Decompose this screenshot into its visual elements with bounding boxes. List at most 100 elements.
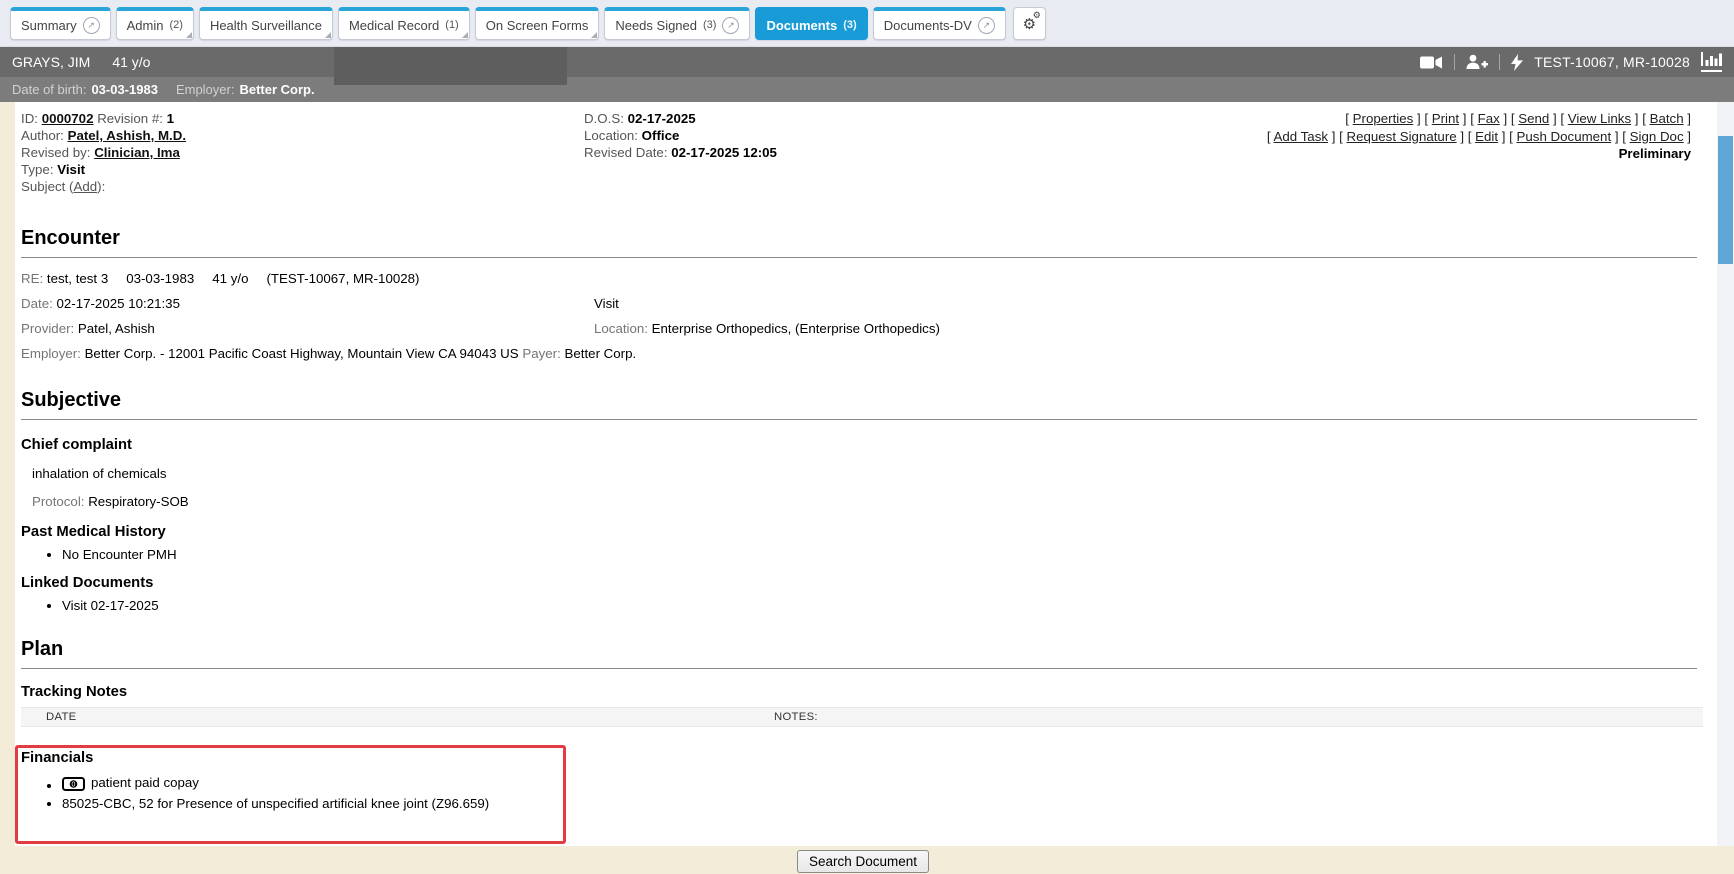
subject-add-link[interactable]: Add — [73, 179, 97, 194]
re-record-ids: (TEST-10067, MR-10028) — [266, 270, 419, 288]
dos-value: 02-17-2025 — [628, 111, 696, 126]
protocol-row: Protocol: Respiratory-SOB — [32, 494, 1703, 509]
employer-label: Employer: — [176, 82, 235, 97]
tracking-notes-heading: Tracking Notes — [21, 684, 1703, 700]
tab-admin[interactable]: Admin (2) — [116, 7, 194, 40]
pmh-heading: Past Medical History — [21, 524, 1703, 540]
divider — [21, 257, 1697, 258]
tab-needs-signed[interactable]: Needs Signed (3) ↗ — [604, 7, 750, 40]
list-item: 85025-CBC, 52 for Presence of unspecifie… — [62, 796, 1703, 811]
protocol-label: Protocol: — [32, 494, 84, 509]
properties-link[interactable]: Properties — [1353, 111, 1414, 126]
tab-on-screen-forms[interactable]: On Screen Forms — [475, 7, 600, 40]
revised-by-label: Revised by: — [21, 145, 90, 160]
vertical-scrollbar[interactable] — [1717, 102, 1734, 846]
send-link[interactable]: Send — [1518, 111, 1549, 126]
tab-count: (2) — [169, 19, 182, 31]
tab-summary[interactable]: Summary ↗ — [10, 7, 111, 40]
author-link[interactable]: Patel, Ashish, M.D. — [68, 128, 186, 143]
encounter-employer-value: Better Corp. - 12001 Pacific Coast Highw… — [85, 345, 519, 363]
subject-label-suffix: ): — [97, 179, 105, 194]
money-icon: 0 — [62, 777, 85, 791]
type-label: Type: — [21, 162, 54, 177]
divider — [1454, 54, 1455, 70]
scrollbar-thumb[interactable] — [1718, 136, 1733, 264]
bar-chart-icon[interactable] — [1701, 52, 1722, 72]
location-label: Location: — [584, 128, 638, 143]
tab-label: Documents — [766, 18, 837, 33]
view-links-link[interactable]: View Links — [1568, 111, 1631, 126]
re-age: 41 y/o — [212, 270, 248, 288]
divider — [21, 419, 1697, 420]
date-label: Date: — [21, 296, 53, 311]
list-item: No Encounter PMH — [62, 547, 1703, 562]
financial-item-text: 85025-CBC, 52 for Presence of unspecifie… — [62, 796, 489, 811]
sign-doc-link[interactable]: Sign Doc — [1630, 129, 1684, 144]
divider — [21, 668, 1697, 669]
open-in-new-icon[interactable]: ↗ — [978, 17, 995, 34]
tab-documents-dv[interactable]: Documents-DV ↗ — [873, 7, 1006, 40]
payer-value: Better Corp. — [565, 345, 637, 363]
patient-subheader-bar: Date of birth: 03-03-1983 Employer: Bett… — [0, 77, 1734, 102]
provider-value: Patel, Ashish — [78, 321, 155, 336]
tab-label: Health Surveillance — [210, 18, 322, 33]
tab-documents[interactable]: Documents (3) — [755, 7, 867, 40]
revised-by-link[interactable]: Clinician, Ima — [94, 145, 180, 160]
revised-date-value: 02-17-2025 12:05 — [671, 145, 777, 160]
edit-link[interactable]: Edit — [1475, 129, 1498, 144]
location-value: Office — [642, 128, 680, 143]
lightning-icon[interactable] — [1511, 54, 1523, 71]
request-signature-link[interactable]: Request Signature — [1347, 129, 1457, 144]
notes-column-header: NOTES: — [774, 711, 1703, 723]
add-person-icon[interactable] — [1466, 54, 1488, 70]
revision-label: Revision #: — [97, 111, 163, 126]
fax-link[interactable]: Fax — [1478, 111, 1500, 126]
encounter-provider-row: Provider: Patel, Ashish Location: Enterp… — [21, 320, 1703, 338]
tab-label: Documents-DV — [884, 18, 972, 33]
add-task-link[interactable]: Add Task — [1274, 129, 1328, 144]
list-item: Visit 02-17-2025 — [62, 598, 1703, 613]
patient-header-bar: GRAYS, JIM 41 y/o TEST-10067, MR-10028 — [0, 47, 1734, 77]
re-name: test, test 3 — [47, 270, 108, 288]
encounter-location-label: Location: — [594, 321, 648, 336]
patient-age: 41 y/o — [112, 54, 150, 70]
open-in-new-icon[interactable]: ↗ — [722, 17, 739, 34]
payer-label: Payer: — [522, 345, 560, 363]
patient-photo-placeholder — [334, 47, 567, 85]
encounter-employer-label: Employer: — [21, 345, 81, 363]
list-item: 0 patient paid copay — [62, 775, 1703, 790]
author-label: Author: — [21, 128, 64, 143]
dos-label: D.O.S: — [584, 111, 624, 126]
document-header-middle: D.O.S: 02-17-2025 Location: Office Revis… — [584, 110, 1267, 195]
subjective-heading: Subjective — [21, 389, 1703, 412]
gear-small-icon: ⚙ — [1033, 10, 1041, 21]
date-column-header: DATE — [21, 711, 774, 723]
push-document-link[interactable]: Push Document — [1517, 129, 1612, 144]
document-actions-row2: Add Task Request Signature Edit Push Docume… — [1267, 128, 1691, 146]
employer-value: Better Corp. — [239, 82, 314, 97]
settings-button[interactable]: ⚙ ⚙ — [1013, 7, 1046, 40]
video-camera-icon[interactable] — [1420, 55, 1443, 70]
open-in-new-icon[interactable]: ↗ — [83, 17, 100, 34]
tab-medical-record[interactable]: Medical Record (1) — [338, 7, 470, 40]
document-header-left: ID: 0000702 Revision #: 1 Author: Patel,… — [21, 110, 584, 195]
financial-item-text: patient paid copay — [91, 775, 199, 790]
patient-record-ids: TEST-10067, MR-10028 — [1534, 54, 1690, 70]
dob-label: Date of birth: — [12, 82, 86, 97]
visit-type: Visit — [594, 296, 619, 311]
document-header: ID: 0000702 Revision #: 1 Author: Patel,… — [21, 110, 1703, 195]
batch-link[interactable]: Batch — [1650, 111, 1684, 126]
search-document-button[interactable]: Search Document — [797, 850, 929, 873]
linked-documents-heading: Linked Documents — [21, 575, 1703, 591]
tab-health-surveillance[interactable]: Health Surveillance — [199, 7, 333, 40]
re-label: RE: — [21, 270, 43, 288]
tab-label: Admin — [127, 18, 164, 33]
pmh-list: No Encounter PMH — [62, 547, 1703, 562]
financials-heading: Financials — [21, 750, 1703, 766]
patient-name: GRAYS, JIM — [12, 54, 90, 70]
print-link[interactable]: Print — [1432, 111, 1459, 126]
document-status: Preliminary — [1267, 145, 1691, 163]
document-id-link[interactable]: 0000702 — [42, 111, 94, 126]
protocol-value: Respiratory-SOB — [88, 494, 189, 509]
chief-complaint-heading: Chief complaint — [21, 437, 1703, 453]
